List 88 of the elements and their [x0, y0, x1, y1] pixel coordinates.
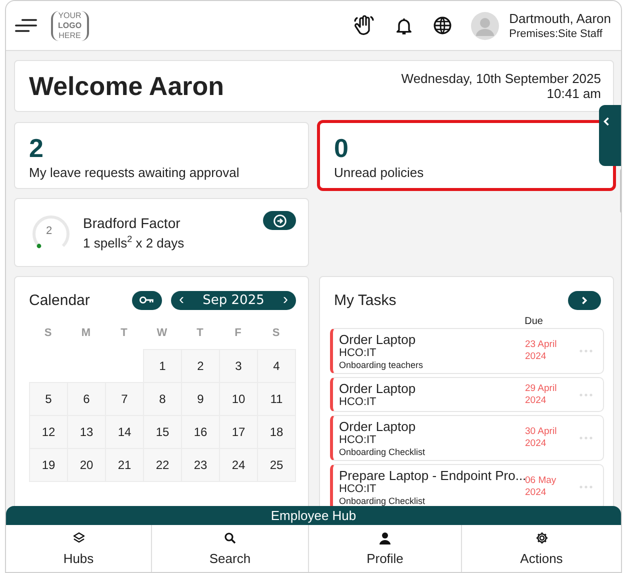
- calendar-day[interactable]: 21: [105, 448, 144, 482]
- calendar-day[interactable]: 25: [257, 448, 296, 482]
- bradford-title: Bradford Factor: [83, 214, 182, 231]
- weekday-label: M: [80, 326, 92, 340]
- calendar-day[interactable]: 15: [143, 415, 182, 449]
- weekday-label: S: [43, 326, 53, 340]
- date-text: Wednesday, 10th September 2025: [401, 71, 601, 86]
- calendar-day[interactable]: 11: [257, 382, 296, 416]
- calendar-day[interactable]: 1: [143, 349, 182, 383]
- calendar-day[interactable]: 10: [219, 382, 258, 416]
- user-name[interactable]: Dartmouth, Aaron: [509, 11, 611, 26]
- chevron-right-icon: [580, 296, 589, 304]
- due-heading: Due: [524, 316, 543, 327]
- next-month-button[interactable]: ›: [279, 292, 292, 308]
- weekday-label: T: [196, 326, 204, 340]
- weekday-label: F: [234, 326, 242, 340]
- menu-icon[interactable]: [15, 18, 37, 33]
- calendar-day[interactable]: 18: [257, 415, 296, 449]
- side-panel-tab[interactable]: [599, 105, 621, 166]
- calendar-day[interactable]: 8: [143, 382, 182, 416]
- previous-month-button[interactable]: ‹: [175, 292, 188, 308]
- calendar-day[interactable]: 5: [29, 382, 68, 416]
- calendar-day[interactable]: 12: [29, 415, 68, 449]
- calendar-day[interactable]: 7: [105, 382, 144, 416]
- calendar-day[interactable]: 19: [29, 448, 68, 482]
- calendar-title: Calendar: [29, 292, 90, 308]
- stat-label: Unread policies: [334, 165, 425, 180]
- time-text: 10:41 am: [546, 86, 601, 101]
- due-date: 30 April 2024: [525, 426, 558, 450]
- tasks-open-button[interactable]: [568, 290, 601, 310]
- calendar-day[interactable]: 4: [257, 349, 296, 383]
- task-title: Order Laptop: [339, 419, 417, 434]
- search-icon: [223, 531, 237, 545]
- welcome-title: Welcome Aaron: [29, 70, 224, 102]
- key-icon: [139, 295, 155, 305]
- due-date: 06 May 2024: [525, 475, 558, 499]
- task-item[interactable]: Order Laptop HCO:IT Onboarding Checklist 30 April 2024: [330, 415, 604, 461]
- task-checklist: Onboarding teachers: [339, 360, 424, 370]
- task-title: Prepare Laptop - Endpoint Pro...: [339, 468, 525, 483]
- gauge-value: 2: [46, 224, 52, 236]
- open-button[interactable]: [263, 211, 296, 230]
- month-label: Sep 2025: [202, 292, 264, 308]
- weekday-label: S: [271, 326, 281, 340]
- person-icon: [378, 531, 392, 545]
- stat-card[interactable]: 0 Unread policies: [319, 122, 614, 189]
- task-checklist: Onboarding Checklist: [339, 496, 426, 506]
- calendar-day[interactable]: 16: [181, 415, 220, 449]
- chevron-left-icon: [603, 117, 610, 126]
- calendar-day[interactable]: 20: [67, 448, 106, 482]
- weekday-label: T: [120, 326, 128, 340]
- nav-title-bar: Employee Hub: [6, 506, 621, 525]
- user-role: Premises:Site Staff: [509, 28, 604, 40]
- calendar-day[interactable]: 9: [181, 382, 220, 416]
- layers-icon: [72, 531, 86, 545]
- calendar-day[interactable]: 6: [67, 382, 106, 416]
- tasks-title: My Tasks: [334, 292, 396, 308]
- due-date: 23 April 2024: [525, 339, 558, 363]
- task-item[interactable]: Order Laptop HCO:IT 29 April 2024: [330, 377, 604, 412]
- due-date: 29 April 2024: [525, 382, 558, 406]
- task-category: HCO:IT: [339, 434, 378, 446]
- calendar-day[interactable]: 14: [105, 415, 144, 449]
- calendar-day[interactable]: 23: [181, 448, 220, 482]
- stat-value: 2: [29, 133, 44, 163]
- task-title: Order Laptop: [339, 332, 417, 347]
- task-checklist: Onboarding Checklist: [339, 447, 426, 457]
- calendar-day[interactable]: 17: [219, 415, 258, 449]
- stat-value: 0: [334, 133, 350, 163]
- task-item[interactable]: Order Laptop HCO:IT Onboarding teachers 23 April 2024: [330, 328, 604, 374]
- weekday-label: W: [156, 326, 168, 340]
- calendar-day[interactable]: 22: [143, 448, 182, 482]
- stat-label: My leave requests awaiting approval: [29, 165, 240, 180]
- logo: YOUR LOGO HERE: [51, 10, 89, 40]
- arrow-circle-icon: [272, 214, 286, 228]
- globe-icon[interactable]: [432, 15, 454, 36]
- task-title: Order Laptop: [339, 381, 417, 396]
- calendar-day[interactable]: 2: [181, 349, 220, 383]
- settings-icon: [534, 531, 548, 545]
- bradford-detail: 1 spells$^{2}$ x 2 days: [83, 234, 186, 250]
- bell-icon[interactable]: [394, 16, 414, 36]
- stat-card[interactable]: 2 My leave requests awaiting approval: [14, 122, 309, 189]
- task-category: HCO:IT: [339, 483, 378, 495]
- calendar-day[interactable]: 13: [67, 415, 106, 449]
- task-category: HCO:IT: [339, 347, 378, 359]
- key-button[interactable]: [132, 290, 162, 310]
- calendar-day[interactable]: 3: [219, 349, 258, 383]
- wave-hand-icon[interactable]: [352, 14, 376, 38]
- calendar-day[interactable]: 24: [219, 448, 258, 482]
- task-category: HCO:IT: [339, 396, 378, 408]
